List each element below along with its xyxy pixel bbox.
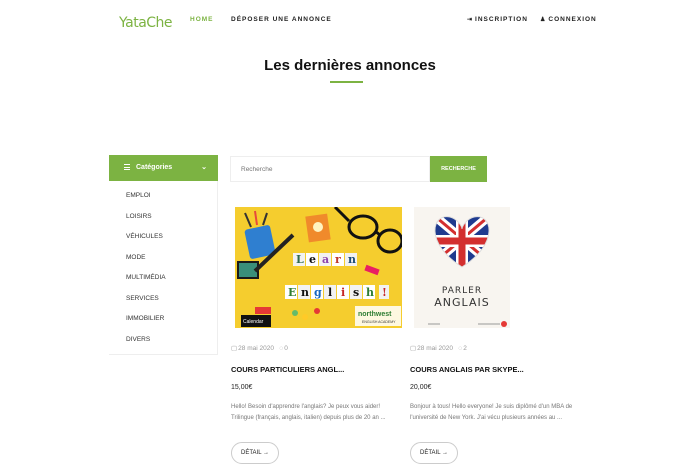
category-dropdown-toggle[interactable]: Catégories ⌄ [109,155,218,181]
listing-price: 20,00€ [410,384,432,391]
nav-login-label: CONNEXION [548,16,597,23]
category-item-loisirs[interactable]: LOISIRS [126,213,166,234]
nav-post-ad-link[interactable]: DÉPOSER UNE ANNONCE [231,16,332,23]
calendar-icon: ▢ [410,345,417,352]
listing-title[interactable]: COURS PARTICULIERS ANGL... [231,365,344,374]
svg-text:Calendar: Calendar [243,319,264,325]
svg-text:E: E [288,286,296,299]
category-item-emploi[interactable]: EMPLOI [126,192,166,213]
listing-title[interactable]: COURS ANGLAIS PAR SKYPE... [410,365,524,374]
category-item-divers[interactable]: DIVERS [126,336,166,357]
detail-button[interactable]: DÉTAIL → [410,442,458,464]
title-underline [330,81,363,83]
calendar-icon: ▢ [231,345,238,352]
site-logo[interactable]: YataChe [119,15,173,31]
category-sidebar: Catégories ⌄ EMPLOI LOISIRS VÉHICULES MO… [109,155,218,355]
menu-icon [124,164,130,170]
comment-icon: ◌ [279,345,284,352]
listing-comment-count: 0 [284,345,288,352]
detail-button[interactable]: DÉTAIL → [231,442,279,464]
svg-text:PARLER: PARLER [442,286,482,296]
category-item-vehicules[interactable]: VÉHICULES [126,233,166,254]
search-input[interactable] [230,156,430,182]
chevron-down-icon: ⌄ [201,164,207,171]
svg-text:r: r [335,253,341,266]
svg-text:l: l [328,286,332,299]
listing-image[interactable]: PARLER ANGLAIS [414,207,510,328]
category-list: EMPLOI LOISIRS VÉHICULES MODE MULTIMÉDIA… [126,192,166,356]
category-item-immobilier[interactable]: IMMOBILIER [126,315,166,336]
svg-text:s: s [353,286,359,299]
svg-text:!: ! [382,286,387,299]
category-item-services[interactable]: SERVICES [126,295,166,316]
svg-text:h: h [366,286,374,299]
svg-text:a: a [322,253,329,266]
navbar: YataChe HOME DÉPOSER UNE ANNONCE ⇥ INSCRI… [0,0,700,42]
svg-text:i: i [341,286,345,299]
user-icon: ♟ [540,17,547,23]
svg-text:e: e [309,253,316,266]
category-item-multimedia[interactable]: MULTIMÉDIA [126,274,166,295]
sign-in-icon: ⇥ [467,17,474,23]
listing-description: Bonjour à tous! Hello everyone! Je suis … [410,404,573,421]
listing-meta: ▢28 mai 2020 ◌2 [410,344,467,352]
listing-date: 28 mai 2020 [238,345,274,352]
listing-date: 28 mai 2020 [417,345,453,352]
listing-image[interactable]: L e a r n E n g l i s h ! Calendar north… [235,207,402,328]
svg-text:n: n [348,253,356,266]
page-title: Les dernières annonces [264,57,436,74]
svg-text:g: g [314,286,322,299]
nav-register-link[interactable]: ⇥ INSCRIPTION [467,16,528,23]
nav-register-label: INSCRIPTION [475,16,528,23]
svg-text:L: L [296,253,304,266]
listing-comment-count: 2 [463,345,467,352]
search-button[interactable]: RECHERCHE [430,156,487,182]
category-item-mode[interactable]: MODE [126,254,166,275]
comment-icon: ◌ [458,345,463,352]
listing-price: 15,00€ [231,384,253,391]
nav-login-link[interactable]: ♟ CONNEXION [540,16,597,23]
svg-text:ANGLAIS: ANGLAIS [434,296,489,309]
listing-description: Hello! Besoin d'apprendre l'anglais? Je … [231,404,386,421]
listing-meta: ▢28 mai 2020 ◌0 [231,344,288,352]
nav-home-link[interactable]: HOME [190,16,214,23]
svg-text:n: n [301,286,309,299]
svg-text:northwest: northwest [358,311,392,318]
category-header-label: Catégories [136,164,173,171]
svg-text:ENGLISH ACADEMY: ENGLISH ACADEMY [362,320,396,324]
